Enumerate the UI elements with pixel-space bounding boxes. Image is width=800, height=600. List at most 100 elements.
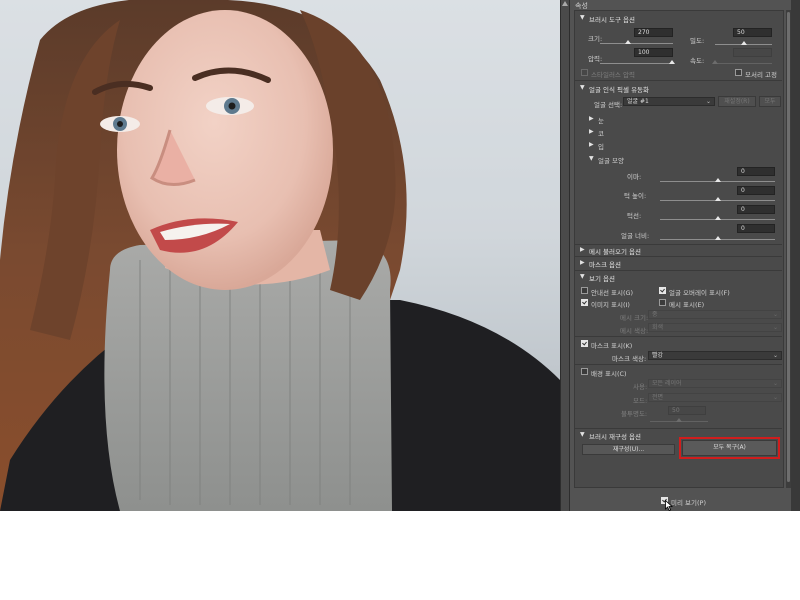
size-slider[interactable] xyxy=(600,43,673,44)
forehead-slider-handle[interactable] xyxy=(715,178,721,182)
show-mesh-label[interactable]: 메시 표시(E) xyxy=(669,299,704,309)
divider xyxy=(574,80,782,81)
eyes-section[interactable]: 눈 xyxy=(598,115,604,125)
pressure-label: 압력: xyxy=(588,55,603,63)
collapse-triangle-icon[interactable]: ▼ xyxy=(589,155,594,162)
canvas-scrollbar[interactable] xyxy=(560,0,569,511)
pin-edges-checkbox[interactable] xyxy=(735,69,742,76)
mode-value: 전면 xyxy=(652,394,664,401)
size-field[interactable]: 270 xyxy=(634,28,673,37)
divider xyxy=(574,270,782,271)
image-canvas[interactable] xyxy=(0,0,560,511)
face-width-slider-handle[interactable] xyxy=(715,236,721,240)
expand-triangle-icon[interactable]: ▶ xyxy=(589,128,594,135)
face-overlay-checkbox[interactable] xyxy=(659,287,666,294)
scroll-up-icon[interactable] xyxy=(562,1,568,6)
forehead-field[interactable]: 0 xyxy=(737,167,775,176)
stylus-pressure-label: 스타일러스 압력 xyxy=(591,71,635,79)
chevron-down-icon: ⌄ xyxy=(772,394,778,401)
show-backdrop-checkbox[interactable] xyxy=(581,368,588,375)
rate-slider-handle xyxy=(712,60,718,64)
divider xyxy=(574,428,782,429)
jawline-slider-handle[interactable] xyxy=(715,216,721,220)
collapse-triangle-icon[interactable]: ▼ xyxy=(580,431,585,438)
size-slider-handle[interactable] xyxy=(625,40,631,44)
rate-field xyxy=(733,48,772,57)
jawline-field[interactable]: 0 xyxy=(737,205,775,214)
reset-face-button[interactable]: 재설정(R) xyxy=(718,96,756,107)
mask-color-label: 마스크 색상: xyxy=(612,355,647,363)
mode-dropdown: 전면 ⌄ xyxy=(648,393,782,402)
pressure-slider-handle[interactable] xyxy=(669,60,675,64)
mask-color-dropdown[interactable]: 빨강 ⌄ xyxy=(648,351,782,360)
chevron-down-icon: ⌄ xyxy=(772,352,778,359)
face-width-field[interactable]: 0 xyxy=(737,224,775,233)
forehead-label: 이마: xyxy=(627,173,642,181)
chin-height-label: 턱 높이: xyxy=(624,192,647,200)
expand-triangle-icon[interactable]: ▶ xyxy=(589,141,594,148)
chevron-down-icon: ⌄ xyxy=(772,324,778,331)
nose-section[interactable]: 코 xyxy=(598,128,604,138)
mouth-section[interactable]: 입 xyxy=(598,141,604,151)
show-mask-label[interactable]: 마스크 표시(K) xyxy=(591,340,632,350)
show-mesh-checkbox[interactable] xyxy=(659,299,666,306)
mask-color-value: 빨강 xyxy=(652,352,664,359)
mesh-color-label: 메시 색상: xyxy=(620,327,649,335)
chevron-down-icon: ⌄ xyxy=(772,380,778,387)
density-slider-handle[interactable] xyxy=(741,41,747,45)
opacity-slider-handle xyxy=(676,418,682,422)
face-shape-section[interactable]: 얼굴 모양 xyxy=(598,155,624,165)
mesh-size-value: 중 xyxy=(652,311,658,318)
face-aware-header[interactable]: 얼굴 인식 픽셀 유동화 xyxy=(589,84,649,94)
mask-options-header[interactable]: 마스크 옵션 xyxy=(589,259,621,269)
chevron-down-icon: ⌄ xyxy=(772,311,778,318)
expand-triangle-icon[interactable]: ▶ xyxy=(580,259,585,266)
show-image-checkbox[interactable] xyxy=(581,299,588,306)
jawline-label: 턱선: xyxy=(627,212,642,220)
expand-triangle-icon[interactable]: ▶ xyxy=(580,246,585,253)
scroll-thumb[interactable] xyxy=(787,12,790,482)
chevron-down-icon: ⌄ xyxy=(705,98,711,105)
show-backdrop-label[interactable]: 배경 표시(C) xyxy=(591,368,627,378)
collapse-triangle-icon[interactable]: ▼ xyxy=(580,14,585,21)
mouse-cursor-icon xyxy=(665,500,673,511)
opacity-field: 50 xyxy=(668,406,706,415)
reconstruct-header[interactable]: 브러시 재구성 옵션 xyxy=(589,431,641,441)
stylus-pressure-checkbox xyxy=(581,69,588,76)
select-face-label: 얼굴 선택: xyxy=(594,101,623,109)
brush-options-header[interactable]: 브러시 도구 옵션 xyxy=(589,14,635,24)
pressure-field[interactable]: 100 xyxy=(634,48,673,57)
show-image-label[interactable]: 이미지 표시(I) xyxy=(591,299,630,309)
chin-height-slider-handle[interactable] xyxy=(715,197,721,201)
pin-edges-label[interactable]: 모서리 고정 xyxy=(745,69,777,79)
density-label: 밀도: xyxy=(690,37,705,45)
use-dropdown: 모든 레이어 ⌄ xyxy=(648,379,782,388)
divider xyxy=(574,336,782,337)
preview-label[interactable]: 미리 보기(P) xyxy=(671,497,706,507)
face-overlay-label[interactable]: 얼굴 오버레이 표시(F) xyxy=(669,287,730,297)
show-guides-checkbox[interactable] xyxy=(581,287,588,294)
select-face-value: 얼굴 #1 xyxy=(627,98,649,105)
mesh-color-value: 회색 xyxy=(652,324,664,331)
expand-triangle-icon[interactable]: ▶ xyxy=(589,115,594,122)
pressure-slider[interactable] xyxy=(600,63,673,64)
reconstruct-button[interactable]: 재구성(U)... xyxy=(582,444,675,455)
show-mask-checkbox[interactable] xyxy=(581,340,588,347)
chin-height-field[interactable]: 0 xyxy=(737,186,775,195)
show-guides-label[interactable]: 안내선 표시(G) xyxy=(591,287,633,297)
mesh-size-dropdown: 중 ⌄ xyxy=(648,310,782,319)
restore-all-button[interactable]: 모두 복구(A) xyxy=(679,437,780,459)
mesh-color-dropdown: 회색 ⌄ xyxy=(648,323,782,332)
panel-edge xyxy=(791,0,800,511)
density-field[interactable]: 50 xyxy=(733,28,772,37)
collapse-triangle-icon[interactable]: ▼ xyxy=(580,273,585,280)
select-face-dropdown[interactable]: 얼굴 #1 ⌄ xyxy=(623,97,715,106)
divider xyxy=(574,256,782,257)
divider xyxy=(574,244,782,245)
divider xyxy=(574,364,782,365)
view-options-header[interactable]: 보기 옵션 xyxy=(589,273,615,283)
use-label: 사용: xyxy=(633,383,648,391)
collapse-triangle-icon[interactable]: ▼ xyxy=(580,84,585,91)
mesh-load-header[interactable]: 메시 불러오기 옵션 xyxy=(589,246,641,256)
all-faces-button[interactable]: 모두 xyxy=(759,96,781,107)
